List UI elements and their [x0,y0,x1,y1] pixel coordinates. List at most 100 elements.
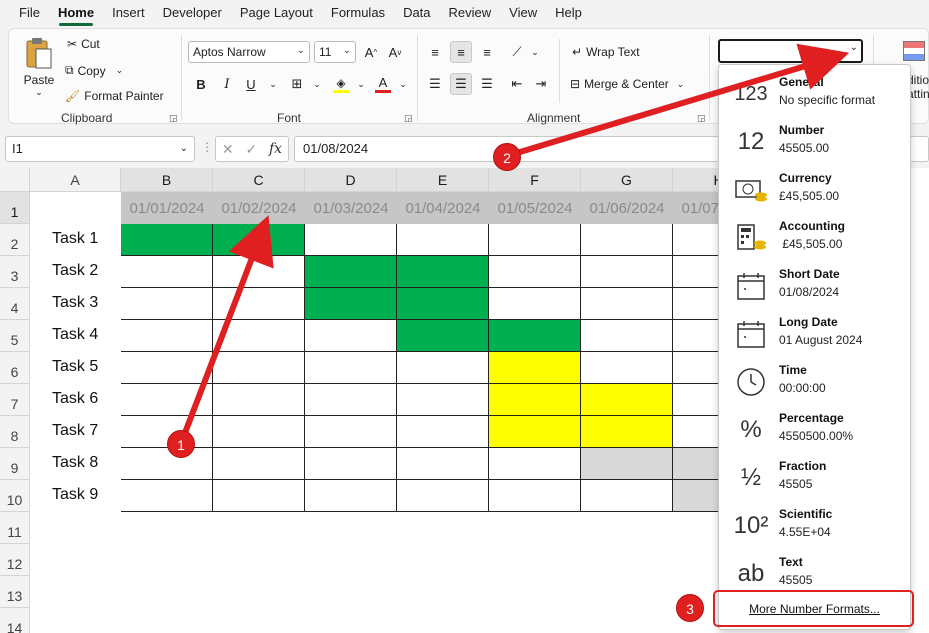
cell-g4[interactable] [581,288,673,320]
select-all-corner[interactable] [0,168,30,192]
copy-button[interactable]: ⧉ Copy ⌄ [65,63,123,78]
row-header-6[interactable]: 6 [0,352,30,384]
format-option-short-date[interactable]: Short Date 01/08/2024 [719,263,910,311]
tab-help[interactable]: Help [546,0,591,26]
task-label[interactable]: Task 4 [52,326,98,344]
column-header-a[interactable]: A [30,168,121,192]
row-header-7[interactable]: 7 [0,384,30,416]
row-header-14[interactable]: 14 [0,608,30,633]
row-header-3[interactable]: 3 [0,256,30,288]
decrease-indent-icon[interactable]: ⇤ [506,73,528,95]
row-header-9[interactable]: 9 [0,448,30,480]
column-header-g[interactable]: G [581,168,673,192]
tab-insert[interactable]: Insert [103,0,154,26]
header-date-cell[interactable]: 01/05/2024 [489,192,581,224]
cell-f6[interactable] [489,352,581,384]
cell-d6[interactable] [305,352,397,384]
bold-icon[interactable]: B [190,73,212,95]
cell-c2[interactable] [213,224,305,256]
cell-e3[interactable] [397,256,489,288]
number-format-combo[interactable]: ⌄ [718,39,863,63]
cell-c6[interactable] [213,352,305,384]
column-header-d[interactable]: D [305,168,397,192]
wrap-text-button[interactable]: ↵ Wrap Text [572,45,640,59]
decrease-font-icon[interactable]: Av [384,41,406,63]
cell-g9[interactable] [581,448,673,480]
format-painter-button[interactable]: 🖌 Format Painter [65,89,164,103]
conditional-formatting-icon[interactable] [903,41,925,61]
alignment-launcher-icon[interactable]: ◲ [697,113,706,124]
header-date-cell[interactable]: 01/01/2024 [121,192,213,224]
format-option-general[interactable]: 123 General No specific format [719,71,910,119]
task-label[interactable]: Task 3 [52,294,98,312]
cell-c7[interactable] [213,384,305,416]
tab-developer[interactable]: Developer [154,0,231,26]
format-option-number[interactable]: 12 Number 45505.00 [719,119,910,167]
align-bottom-icon[interactable]: ≡ [476,41,498,63]
paste-button[interactable]: Paste ⌄ [21,37,57,107]
cell-b7[interactable] [121,384,213,416]
row-header-11[interactable]: 11 [0,512,30,544]
cell-c5[interactable] [213,320,305,352]
tab-home[interactable]: Home [49,0,103,26]
cell-g6[interactable] [581,352,673,384]
align-left-icon[interactable]: ☰ [424,73,446,95]
align-top-icon[interactable]: ≡ [424,41,446,63]
task-label[interactable]: Task 1 [52,230,98,248]
cell-f4[interactable] [489,288,581,320]
align-right-icon[interactable]: ☰ [476,73,498,95]
row-header-13[interactable]: 13 [0,576,30,608]
row-header-8[interactable]: 8 [0,416,30,448]
task-label[interactable]: Task 2 [52,262,98,280]
enter-icon[interactable]: ✓ [245,141,257,158]
increase-font-icon[interactable]: A ^ [360,41,382,63]
cell-g3[interactable] [581,256,673,288]
cell-f9[interactable] [489,448,581,480]
cell-e10[interactable] [397,480,489,512]
underline-icon[interactable]: U [240,73,262,95]
row-header-1[interactable]: 1 [0,192,30,224]
cell-d5[interactable] [305,320,397,352]
column-header-f[interactable]: F [489,168,581,192]
chevron-down-icon[interactable]: ⌄ [850,42,858,53]
task-label[interactable]: Task 7 [52,422,98,440]
row-header-5[interactable]: 5 [0,320,30,352]
column-header-e[interactable]: E [397,168,489,192]
cell-f8[interactable] [489,416,581,448]
insert-function-icon[interactable]: fx [269,141,282,157]
format-option-accounting[interactable]: Accounting £45,505.00 [719,215,910,263]
cell-d9[interactable] [305,448,397,480]
cell-d7[interactable] [305,384,397,416]
borders-icon[interactable]: ⊞ [286,73,308,95]
increase-indent-icon[interactable]: ⇥ [530,73,552,95]
cell-e2[interactable] [397,224,489,256]
cell-c3[interactable] [213,256,305,288]
tab-file[interactable]: File [10,0,49,26]
format-option-long-date[interactable]: Long Date 01 August 2024 [719,311,910,359]
cell-g10[interactable] [581,480,673,512]
cell-g5[interactable] [581,320,673,352]
format-option-time[interactable]: Time 00:00:00 [719,359,910,407]
tab-data[interactable]: Data [394,0,439,26]
cell-f5[interactable] [489,320,581,352]
task-label[interactable]: Task 8 [52,454,98,472]
paste-dropdown-icon[interactable]: ⌄ [35,87,43,98]
cell-b2[interactable] [121,224,213,256]
cell-f3[interactable] [489,256,581,288]
cell-d3[interactable] [305,256,397,288]
merge-dropdown-icon[interactable]: ⌄ [677,79,685,90]
header-date-cell[interactable]: 01/02/2024 [213,192,305,224]
cell-d8[interactable] [305,416,397,448]
cell-b10[interactable] [121,480,213,512]
fill-color-icon[interactable]: ◈ [330,73,352,95]
format-option-fraction[interactable]: ½ Fraction 45505 [719,455,910,503]
formula-bar-handle-icon[interactable]: ⋮ [201,140,213,154]
copy-dropdown-icon[interactable]: ⌄ [116,65,124,76]
orientation-dropdown-icon[interactable]: ⌄ [524,41,546,63]
tab-view[interactable]: View [500,0,546,26]
cell-c10[interactable] [213,480,305,512]
borders-dropdown-icon[interactable]: ⌄ [306,73,328,95]
cut-button[interactable]: ✂ Cut [67,37,100,51]
cell-c4[interactable] [213,288,305,320]
row-header-12[interactable]: 12 [0,544,30,576]
